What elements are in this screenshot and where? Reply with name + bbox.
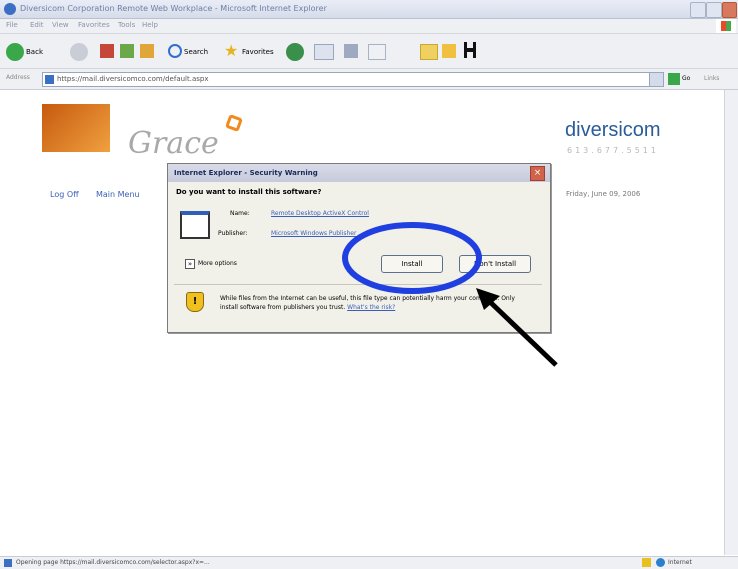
globe-icon xyxy=(656,558,665,567)
status-bar: Opening page https://mail.diversicomco.c… xyxy=(0,556,738,569)
lock-icon xyxy=(642,558,651,567)
annotation-overlay xyxy=(342,222,558,367)
zone-label: Internet xyxy=(668,559,692,566)
pointer-arrow-shaft xyxy=(486,298,558,367)
status-text: Opening page https://mail.diversicomco.c… xyxy=(16,559,210,566)
highlight-circle xyxy=(342,222,482,294)
status-page-icon xyxy=(4,559,12,567)
